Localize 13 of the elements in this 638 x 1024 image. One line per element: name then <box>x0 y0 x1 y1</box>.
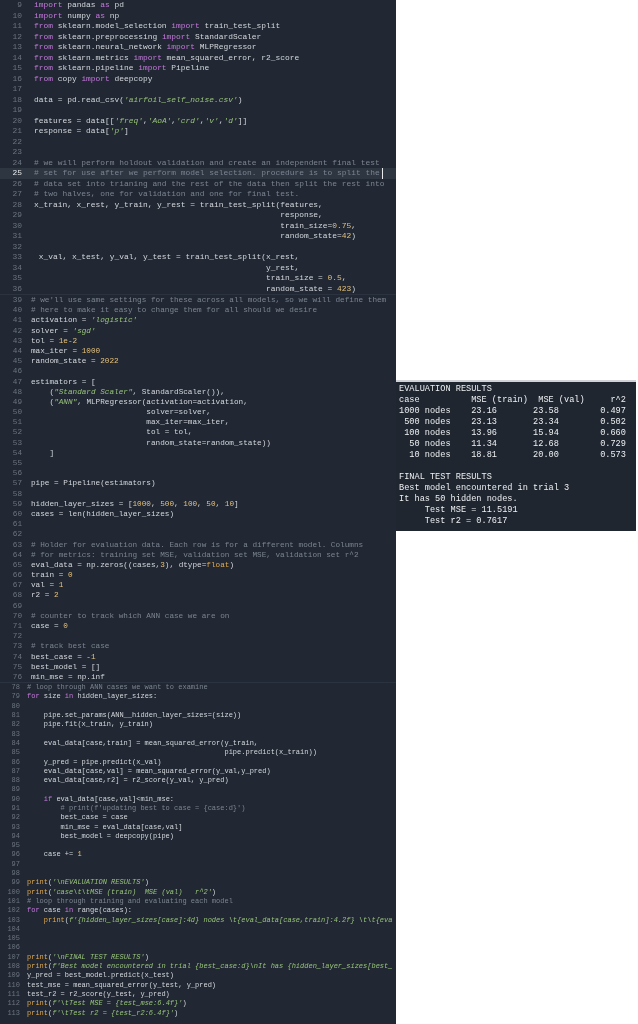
output-line: case MSE (train) MSE (val) r^2 <box>399 395 627 406</box>
output-line: Best model encountered in trial 3 <box>399 483 571 494</box>
output-line: It has 50 hidden nodes. <box>399 494 519 505</box>
output-line: 100 nodes 13.96 15.94 0.660 <box>403 428 627 439</box>
output-line: Test MSE = 11.5191 <box>423 505 519 516</box>
output-line: EVALUATION RESULTS <box>399 384 493 395</box>
output-line: Test r2 = 0.7617 <box>423 516 509 527</box>
output-line: 500 nodes 23.13 23.34 0.502 <box>403 417 627 428</box>
output-line: 10 nodes 18.81 20.00 0.573 <box>408 450 627 461</box>
text-cursor <box>381 168 383 179</box>
output-line: 1000 nodes 23.16 23.58 0.497 <box>399 406 627 417</box>
output-line: FINAL TEST RESULTS <box>399 472 493 483</box>
output-line: 50 nodes 11.34 12.68 0.729 <box>408 439 627 450</box>
